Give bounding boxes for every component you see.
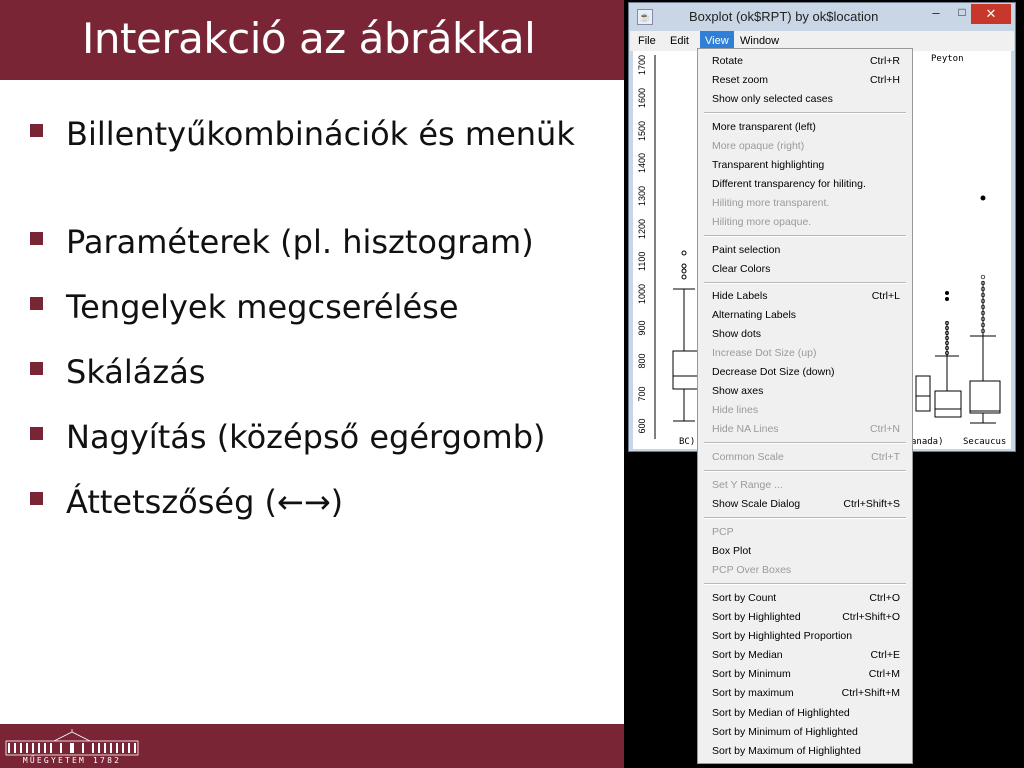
bullet-marker xyxy=(30,232,43,245)
category-label-secaucus: Secaucus xyxy=(963,437,1007,447)
category-label-canada: anada) xyxy=(911,437,944,447)
menu-item-rotate[interactable]: Rotate Ctrl+R xyxy=(698,52,912,71)
menu-item-show-only-selected[interactable]: Show only selected cases xyxy=(698,90,912,109)
bullet-item: Skálázás xyxy=(30,350,615,394)
window-title: Boxplot (ok$RPT) by ok$location xyxy=(689,9,879,24)
box-secaucus xyxy=(969,195,1001,424)
bullet-item: Paraméterek (pl. hisztogram) xyxy=(30,220,615,264)
menu-separator xyxy=(704,470,906,472)
menu-item-more-opaque[interactable]: More opaque (right) xyxy=(698,137,912,156)
java-app-icon: ☕ xyxy=(637,9,653,25)
view-menu-dropdown: Rotate Ctrl+R Reset zoom Ctrl+H Show only … xyxy=(697,48,913,764)
menu-item-sort-by-maximum-of-highlighted[interactable]: Sort by Maximum of Highlighted xyxy=(698,742,912,761)
menu-item-alternating-labels[interactable]: Alternating Labels xyxy=(698,306,912,325)
bullet-text: Skálázás xyxy=(66,353,206,391)
outlier-dots xyxy=(945,274,986,355)
menu-item-different-transparency[interactable]: Different transparency for hiliting. xyxy=(698,175,912,194)
bullet-list: Billentyűkombinációk és menük Paramétere… xyxy=(30,112,615,524)
menu-item-increase-dot-size[interactable]: Increase Dot Size (up) xyxy=(698,344,912,363)
bullet-marker xyxy=(30,427,43,440)
menu-separator xyxy=(704,112,906,114)
menu-separator xyxy=(704,235,906,237)
menu-item-set-y-range[interactable]: Set Y Range ... xyxy=(698,476,912,495)
menu-item-sort-by-minimum[interactable]: Sort by Minimum Ctrl+M xyxy=(698,665,912,684)
bullet-text: Billentyűkombinációk és menük xyxy=(66,115,575,153)
menu-item-box-plot[interactable]: Box Plot xyxy=(698,542,912,561)
bullet-item: Tengelyek megcserélése xyxy=(30,285,615,329)
maximize-button[interactable]: □ xyxy=(953,5,971,23)
menu-separator xyxy=(704,442,906,444)
menu-item-paint-selection[interactable]: Paint selection xyxy=(698,241,912,260)
bullet-text: Paraméterek (pl. hisztogram) xyxy=(66,223,534,261)
bullet-marker xyxy=(30,124,43,137)
window-titlebar[interactable]: ☕ Boxplot (ok$RPT) by ok$location – □ ✕ xyxy=(629,3,1015,31)
category-label-bc: BC) xyxy=(679,437,696,447)
bullet-spacer xyxy=(30,156,615,220)
bullet-text: Nagyítás (középső egérgomb) xyxy=(66,418,546,456)
menu-item-sort-by-median-of-highlighted[interactable]: Sort by Median of Highlighted xyxy=(698,704,912,723)
menu-item-hiliting-more-opaque[interactable]: Hiliting more opaque. xyxy=(698,213,912,232)
slide-title: Interakció az ábrákkal xyxy=(82,14,536,63)
bullet-item: Nagyítás (középső egérgomb) xyxy=(30,415,615,459)
menu-item-sort-by-highlighted-proportion[interactable]: Sort by Highlighted Proportion xyxy=(698,627,912,646)
menu-item-sort-by-count[interactable]: Sort by Count Ctrl+O xyxy=(698,589,912,608)
menu-separator xyxy=(704,583,906,585)
menu-item-show-dots[interactable]: Show dots xyxy=(698,325,912,344)
menu-item-common-scale[interactable]: Common Scale Ctrl+T xyxy=(698,448,912,467)
bullet-marker xyxy=(30,492,43,505)
bullet-text: Áttetszőség (←→) xyxy=(66,483,344,521)
menu-item-decrease-dot-size[interactable]: Decrease Dot Size (down) xyxy=(698,363,912,382)
menu-separator xyxy=(704,282,906,284)
minimize-button[interactable]: – xyxy=(927,5,945,23)
menu-edit[interactable]: Edit xyxy=(665,31,694,51)
bullet-item: Áttetszőség (←→) xyxy=(30,480,615,524)
menu-item-pcp-over-boxes[interactable]: PCP Over Boxes xyxy=(698,561,912,580)
menu-separator xyxy=(704,517,906,519)
close-button[interactable]: ✕ xyxy=(971,4,1011,24)
menu-item-hide-lines[interactable]: Hide lines xyxy=(698,401,912,420)
category-label-peyton: Peyton xyxy=(931,54,964,64)
box-canada xyxy=(915,375,931,412)
menu-item-pcp[interactable]: PCP xyxy=(698,523,912,542)
university-name: MŰEGYETEM 1782 xyxy=(22,756,122,765)
slide-title-bar: Interakció az ábrákkal xyxy=(0,0,624,80)
menu-item-hiliting-more-transparent[interactable]: Hiliting more transparent. xyxy=(698,194,912,213)
menu-item-hide-labels[interactable]: Hide Labels Ctrl+L xyxy=(698,287,912,306)
bullet-text: Tengelyek megcserélése xyxy=(66,288,459,326)
menu-file[interactable]: File xyxy=(633,31,661,51)
menu-item-more-transparent[interactable]: More transparent (left) xyxy=(698,118,912,137)
bullet-marker xyxy=(30,297,43,310)
menu-item-sort-by-highlighted[interactable]: Sort by Highlighted Ctrl+Shift+O xyxy=(698,608,912,627)
bullet-item: Billentyűkombinációk és menük xyxy=(30,112,615,156)
menu-item-sort-by-minimum-of-highlighted[interactable]: Sort by Minimum of Highlighted xyxy=(698,723,912,742)
bullet-marker xyxy=(30,362,43,375)
menu-item-hide-na-lines[interactable]: Hide NA Lines Ctrl+N xyxy=(698,420,912,439)
menu-item-reset-zoom[interactable]: Reset zoom Ctrl+H xyxy=(698,71,912,90)
menu-item-show-scale-dialog[interactable]: Show Scale Dialog Ctrl+Shift+S xyxy=(698,495,912,514)
menu-item-sort-by-maximum[interactable]: Sort by maximum Ctrl+Shift+M xyxy=(698,684,912,703)
menu-item-clear-colors[interactable]: Clear Colors xyxy=(698,260,912,279)
menu-item-show-axes[interactable]: Show axes xyxy=(698,382,912,401)
menu-item-sort-by-median[interactable]: Sort by Median Ctrl+E xyxy=(698,646,912,665)
menu-item-transparent-highlighting[interactable]: Transparent highlighting xyxy=(698,156,912,175)
